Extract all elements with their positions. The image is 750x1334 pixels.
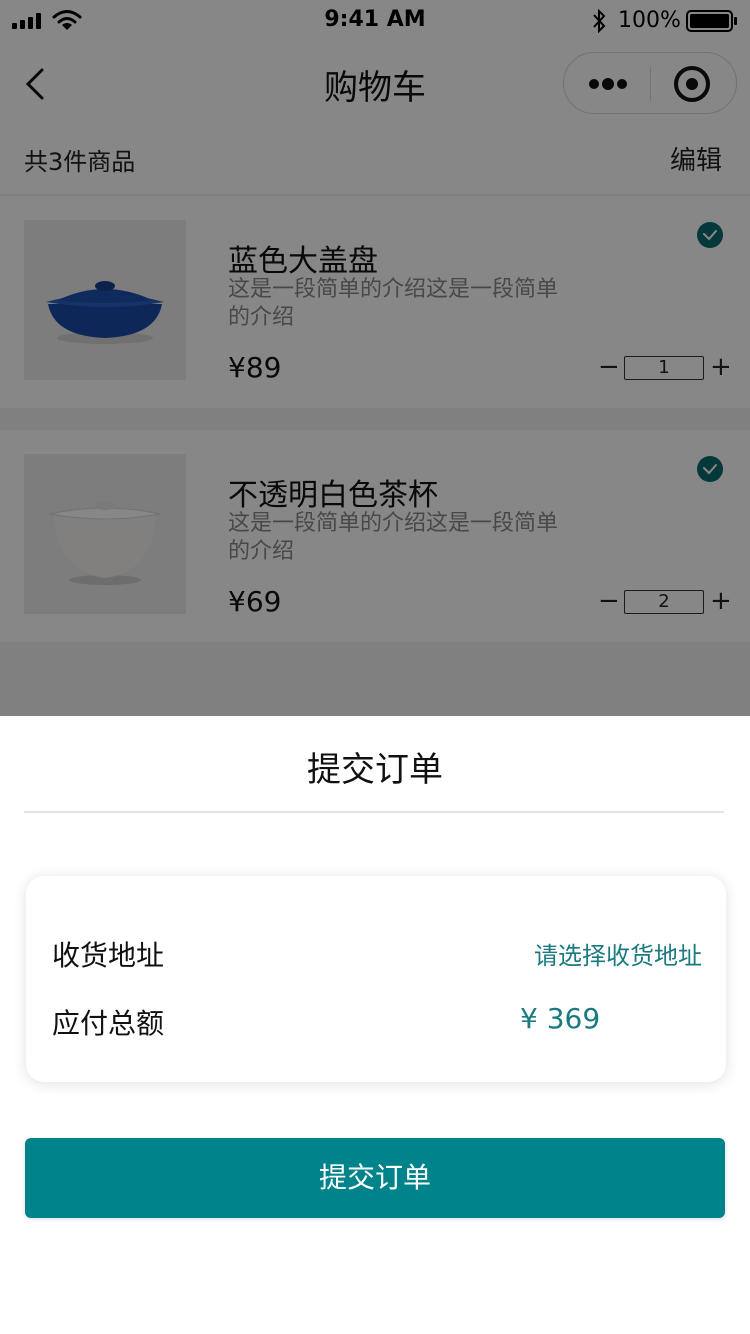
order-summary-card: 收货地址 请选择收货地址 应付总额 ¥ 369 [26, 876, 726, 1082]
submit-order-sheet: 提交订单 收货地址 请选择收货地址 应付总额 ¥ 369 提交订单 [0, 716, 750, 1334]
total-amount: ¥ 369 [520, 1002, 601, 1035]
divider [24, 811, 724, 813]
address-label: 收货地址 [52, 939, 165, 972]
total-label: 应付总额 [52, 1007, 165, 1040]
select-address-link[interactable]: 请选择收货地址 [534, 936, 702, 971]
sheet-title: 提交订单 [307, 750, 443, 790]
submit-order-button[interactable]: 提交订单 [25, 1138, 725, 1218]
